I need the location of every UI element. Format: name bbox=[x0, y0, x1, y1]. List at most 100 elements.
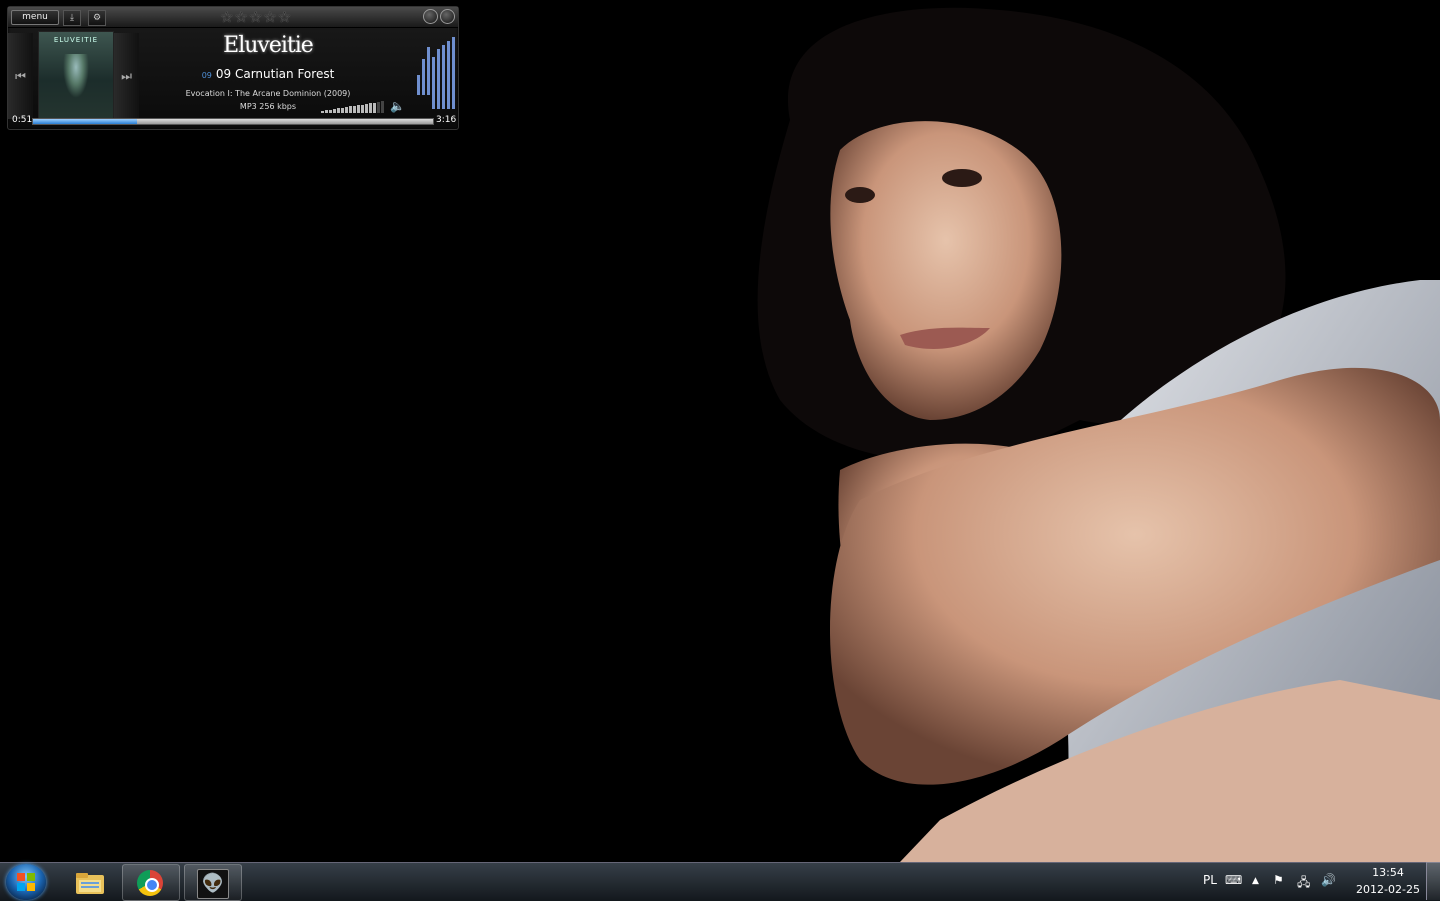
visualizer-dot bbox=[427, 47, 430, 49]
visualizer-dot bbox=[442, 75, 445, 77]
visualizer-dot bbox=[432, 91, 435, 93]
visualizer-dot bbox=[437, 55, 440, 57]
visualizer-dot bbox=[452, 41, 455, 43]
visualizer-dot bbox=[427, 67, 430, 69]
visualizer-dot bbox=[437, 67, 440, 69]
clock-time[interactable]: 13:54 bbox=[1363, 866, 1413, 879]
visualizer-dot bbox=[442, 61, 445, 63]
visualizer-dot bbox=[437, 93, 440, 95]
show-desktop-button[interactable] bbox=[1426, 862, 1440, 900]
visualizer-dot bbox=[437, 83, 440, 85]
visualizer-dot bbox=[437, 101, 440, 103]
volume-icon[interactable]: 🔊 bbox=[1321, 873, 1336, 887]
chrome-icon bbox=[137, 870, 163, 896]
speaker-icon[interactable]: 🔈 bbox=[390, 99, 405, 113]
visualizer-dot bbox=[432, 103, 435, 105]
visualizer-dot bbox=[452, 63, 455, 65]
visualizer-dot bbox=[427, 93, 430, 95]
keyboard-icon[interactable]: ⌨ bbox=[1225, 873, 1242, 887]
download-icon[interactable]: ⤓ bbox=[63, 10, 81, 26]
network-icon[interactable]: 🖧 bbox=[1297, 873, 1310, 894]
visualizer-dot bbox=[442, 71, 445, 73]
visualizer-dot bbox=[437, 81, 440, 83]
visualizer-dot bbox=[447, 59, 450, 61]
visualizer-dot bbox=[432, 81, 435, 83]
action-center-flag-icon[interactable]: ⚑ bbox=[1273, 873, 1284, 887]
visualizer-dot bbox=[442, 73, 445, 75]
visualizer-dot bbox=[452, 95, 455, 97]
visualizer-dot bbox=[437, 95, 440, 97]
visualizer-dot bbox=[417, 77, 420, 79]
visualizer-dot bbox=[432, 77, 435, 79]
visualizer-dot bbox=[437, 105, 440, 107]
visualizer-dot bbox=[447, 107, 450, 109]
rating-stars[interactable]: ☆☆☆☆☆ bbox=[220, 8, 292, 26]
language-indicator[interactable]: PL bbox=[1203, 873, 1217, 887]
visualizer-dot bbox=[422, 81, 425, 83]
minimize-button[interactable] bbox=[423, 9, 438, 24]
visualizer-dot bbox=[452, 81, 455, 83]
volume-slider[interactable] bbox=[321, 101, 387, 113]
menu-button[interactable]: menu bbox=[11, 10, 59, 25]
player-toolbar: menu ⤓ ⚙ ☆☆☆☆☆ bbox=[8, 7, 458, 28]
visualizer-dot bbox=[427, 75, 430, 77]
visualizer-dot bbox=[447, 63, 450, 65]
visualizer-dot bbox=[437, 77, 440, 79]
visualizer-dot bbox=[452, 37, 455, 39]
visualizer-dot bbox=[447, 69, 450, 71]
visualizer-dot bbox=[427, 51, 430, 53]
alien-icon: 👽 bbox=[197, 869, 229, 899]
seek-bar[interactable] bbox=[32, 118, 434, 125]
visualizer-dot bbox=[442, 103, 445, 105]
artist-name: Eluveitie bbox=[223, 33, 314, 58]
previous-track-button[interactable]: ⏮ bbox=[8, 33, 33, 119]
taskbar-explorer[interactable] bbox=[60, 864, 118, 901]
visualizer-dot bbox=[452, 47, 455, 49]
visualizer-dot bbox=[442, 49, 445, 51]
album-cover: ELUVEITIE bbox=[38, 31, 114, 121]
visualizer-dot bbox=[452, 97, 455, 99]
visualizer-dot bbox=[437, 57, 440, 59]
track-number: 09 bbox=[201, 71, 212, 80]
visualizer-dot bbox=[427, 57, 430, 59]
visualizer-dot bbox=[432, 97, 435, 99]
visualizer-dot bbox=[452, 59, 455, 61]
visualizer-dot bbox=[452, 89, 455, 91]
visualizer-dot bbox=[442, 79, 445, 81]
total-time: 3:16 bbox=[436, 115, 457, 125]
taskbar-chrome[interactable] bbox=[122, 864, 180, 901]
visualizer-dot bbox=[442, 95, 445, 97]
visualizer-dot bbox=[447, 83, 450, 85]
visualizer-dot bbox=[447, 73, 450, 75]
volume-bar bbox=[369, 103, 372, 113]
visualizer-dot bbox=[452, 101, 455, 103]
clock-date[interactable]: 2012-02-25 bbox=[1354, 883, 1422, 896]
visualizer-dot bbox=[452, 105, 455, 107]
show-hidden-icons-icon[interactable]: ▲ bbox=[1252, 876, 1259, 886]
settings-icon[interactable]: ⚙ bbox=[88, 10, 106, 26]
visualizer-dot bbox=[427, 87, 430, 89]
visualizer-dot bbox=[452, 57, 455, 59]
visualizer-dot bbox=[447, 89, 450, 91]
visualizer-dot bbox=[432, 101, 435, 103]
taskbar-alien-app[interactable]: 👽 bbox=[184, 864, 242, 901]
visualizer-dot bbox=[442, 67, 445, 69]
visualizer-dot bbox=[452, 39, 455, 41]
visualizer-dot bbox=[422, 87, 425, 89]
visualizer-dot bbox=[452, 99, 455, 101]
visualizer-dot bbox=[417, 81, 420, 83]
visualizer-dot bbox=[452, 79, 455, 81]
start-button[interactable] bbox=[6, 864, 46, 900]
volume-bar bbox=[345, 107, 348, 113]
visualizer-dot bbox=[437, 71, 440, 73]
visualizer-dot bbox=[422, 69, 425, 71]
visualizer-dot bbox=[442, 89, 445, 91]
visualizer-dot bbox=[422, 91, 425, 93]
visualizer-dot bbox=[447, 67, 450, 69]
visualizer-dot bbox=[432, 73, 435, 75]
visualizer-dot bbox=[422, 71, 425, 73]
visualizer-dot bbox=[447, 85, 450, 87]
visualizer-dot bbox=[447, 81, 450, 83]
close-button[interactable] bbox=[440, 9, 455, 24]
visualizer-dot bbox=[442, 97, 445, 99]
